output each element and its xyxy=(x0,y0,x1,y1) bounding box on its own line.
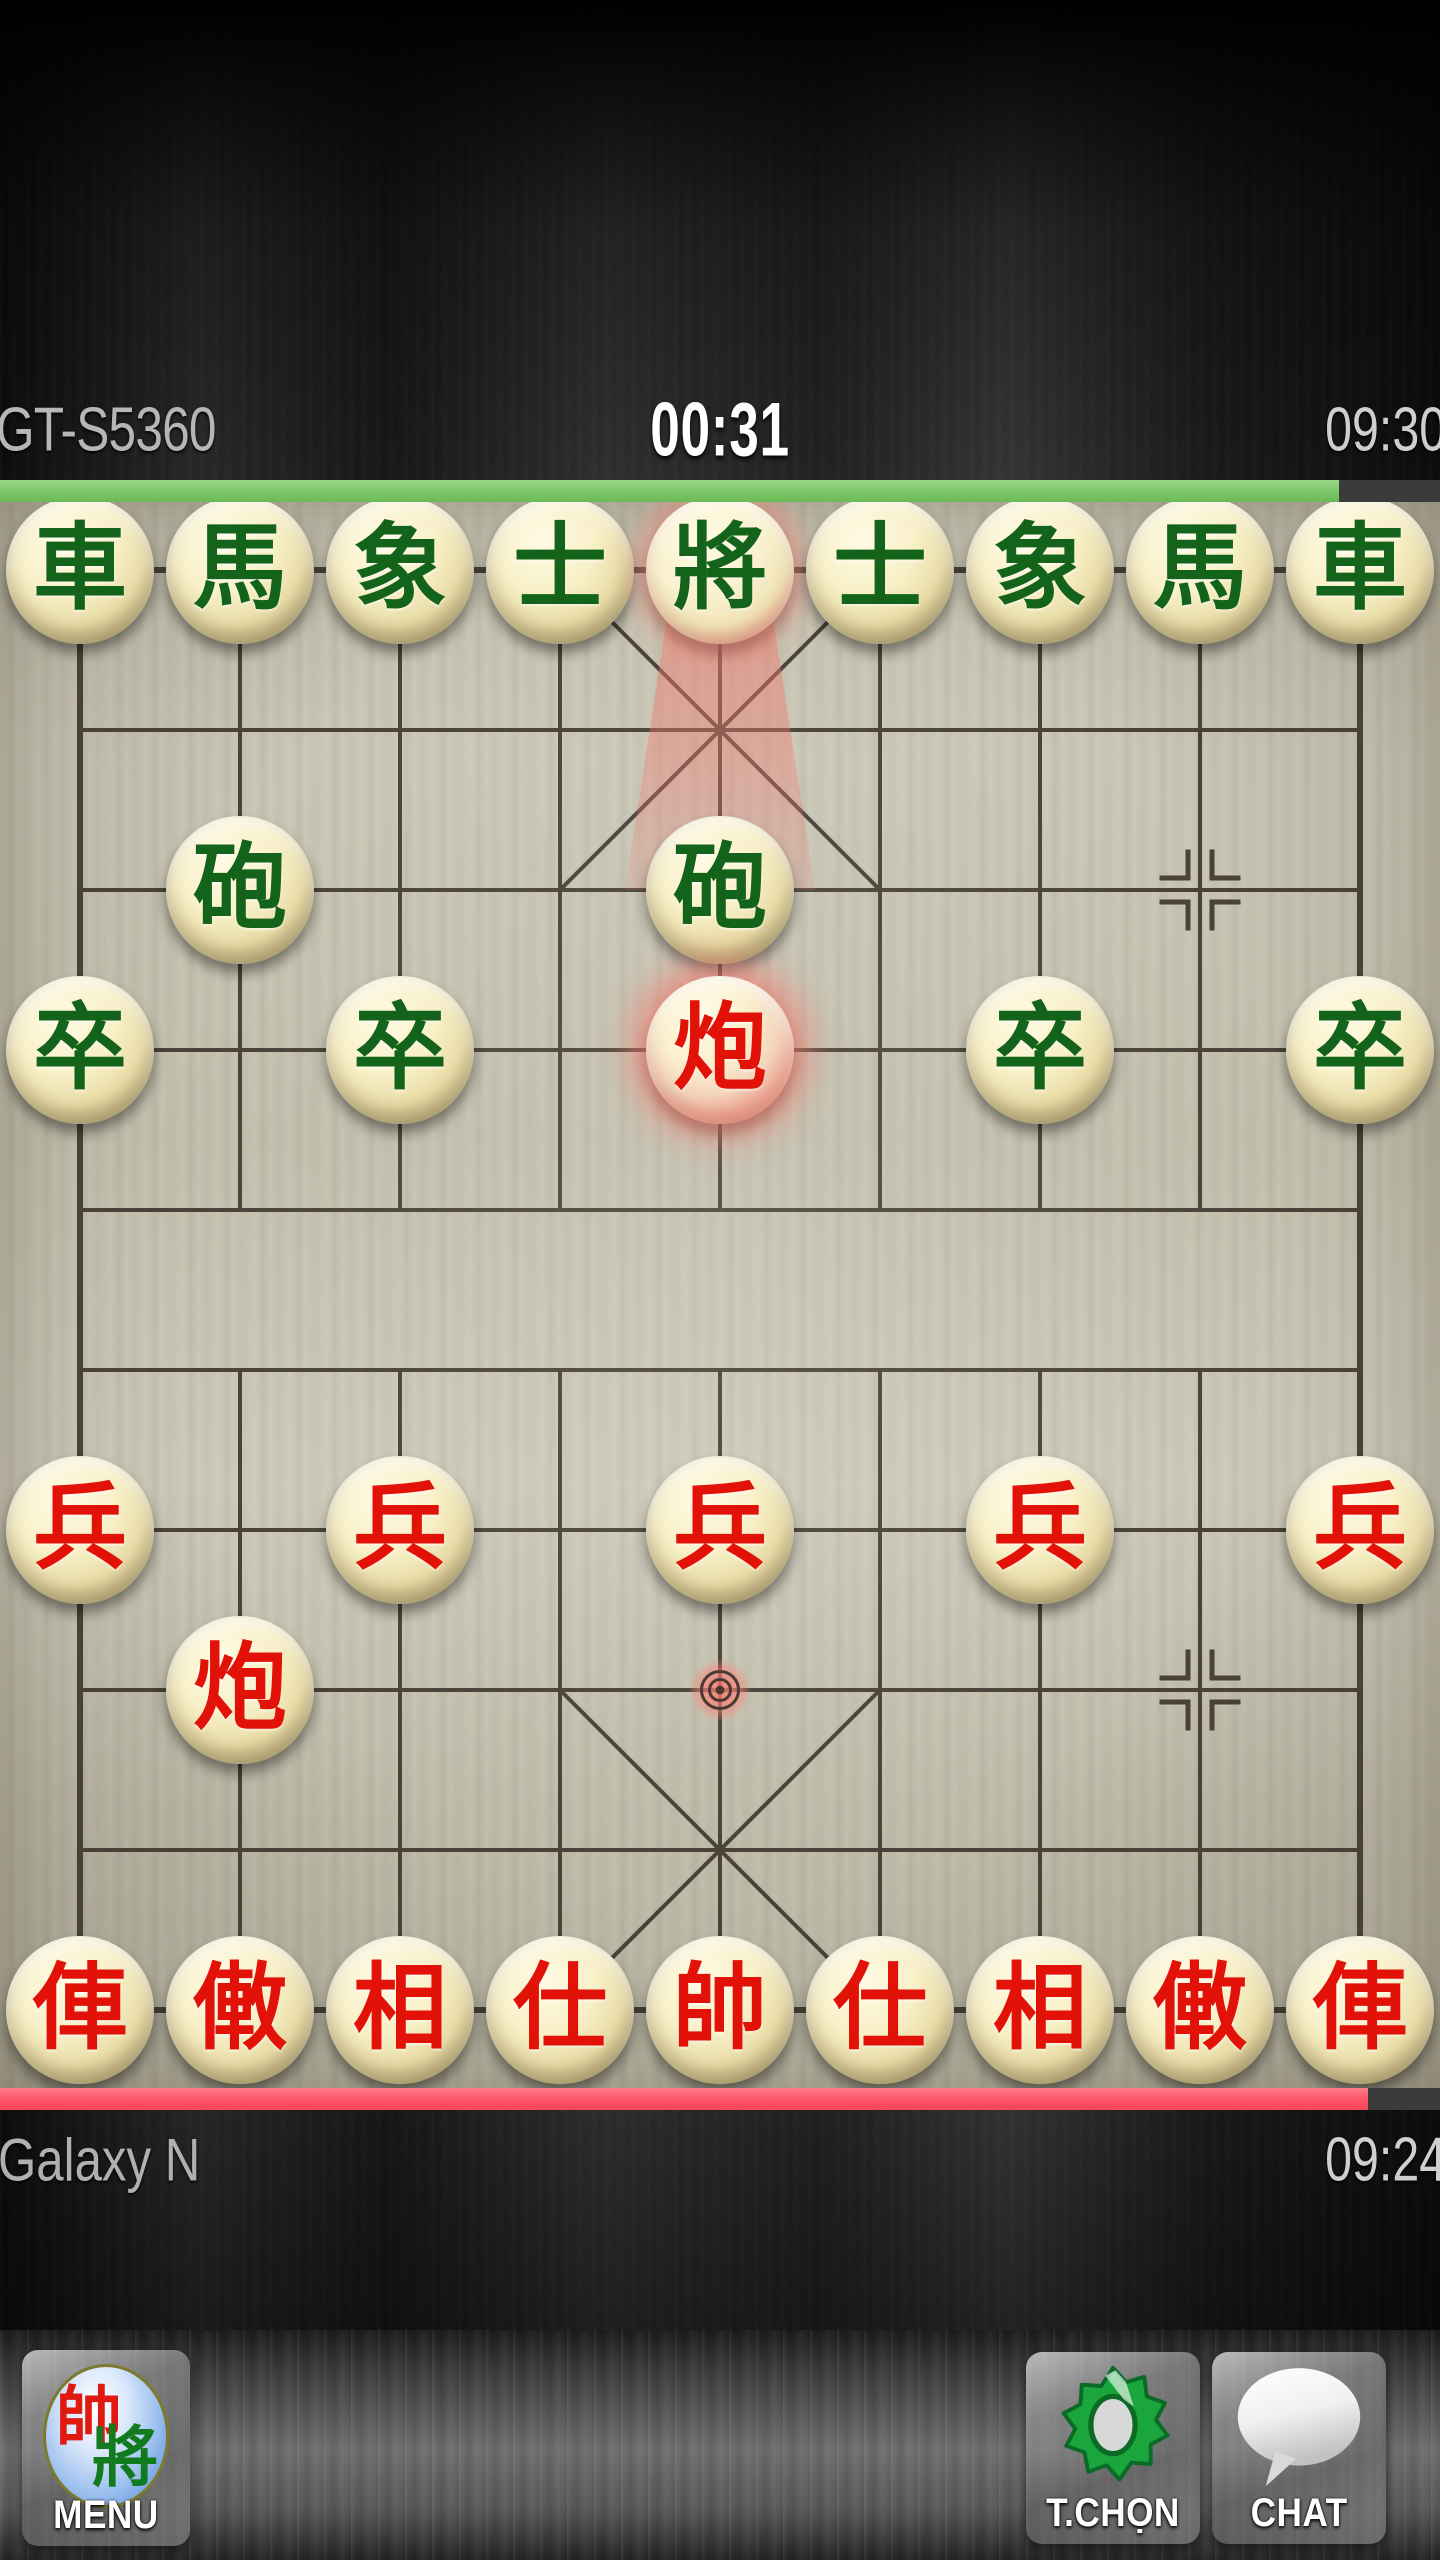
bottom-toolbar: 帥 將 MENU T.CHỌN CHAT xyxy=(0,2330,1440,2560)
piece-glyph: 兵 xyxy=(992,1474,1087,1583)
piece-red-general[interactable]: 帥 xyxy=(646,1936,794,2084)
piece-black-general[interactable]: 將 xyxy=(646,502,794,644)
piece-glyph: 士 xyxy=(512,514,607,623)
piece-red-soldier[interactable]: 兵 xyxy=(646,1456,794,1604)
piece-black-soldier[interactable]: 卒 xyxy=(966,976,1114,1124)
piece-glyph: 俥 xyxy=(32,1954,127,2063)
menu-button-label: MENU xyxy=(53,2493,159,2537)
piece-glyph: 士 xyxy=(832,514,927,623)
top-player-time-bar xyxy=(0,480,1440,502)
piece-glyph: 僌 xyxy=(1152,1954,1247,2063)
piece-red-cannon[interactable]: 炮 xyxy=(166,1616,314,1764)
bottom-player-time-bar-fill xyxy=(0,2088,1368,2110)
piece-red-elephant[interactable]: 相 xyxy=(966,1936,1114,2084)
xiangqi-board[interactable]: 車馬象士將士象馬車砲砲卒卒炮卒卒兵兵兵兵兵炮俥僌相仕帥仕相僌俥 xyxy=(0,502,1440,2088)
gear-icon xyxy=(1061,2365,1170,2482)
piece-glyph: 相 xyxy=(992,1954,1087,2063)
chat-button[interactable]: CHAT xyxy=(1212,2352,1386,2544)
speech-bubble-icon xyxy=(1237,2368,1361,2487)
top-player-name: GT-S5360 xyxy=(0,395,216,465)
piece-glyph: 將 xyxy=(672,514,767,623)
piece-red-soldier[interactable]: 兵 xyxy=(1286,1456,1434,1604)
piece-red-chariot[interactable]: 俥 xyxy=(1286,1936,1434,2084)
piece-red-chariot[interactable]: 俥 xyxy=(6,1936,154,2084)
piece-glyph: 卒 xyxy=(1312,994,1407,1103)
piece-glyph: 馬 xyxy=(192,514,287,623)
piece-glyph: 帥 xyxy=(672,1954,767,2063)
piece-black-soldier[interactable]: 卒 xyxy=(326,976,474,1124)
piece-black-cannon[interactable]: 砲 xyxy=(166,816,314,964)
piece-black-advisor[interactable]: 士 xyxy=(806,502,954,644)
chat-button-label: CHAT xyxy=(1250,2491,1348,2535)
piece-black-advisor[interactable]: 士 xyxy=(486,502,634,644)
piece-red-advisor[interactable]: 仕 xyxy=(486,1936,634,2084)
piece-black-soldier[interactable]: 卒 xyxy=(1286,976,1434,1124)
piece-glyph: 兵 xyxy=(352,1474,447,1583)
bottom-player-clock: 09:24 xyxy=(1324,2125,1440,2195)
emblem-green-glyph: 將 xyxy=(92,2419,158,2496)
piece-black-horse[interactable]: 馬 xyxy=(166,502,314,644)
piece-glyph: 相 xyxy=(352,1954,447,2063)
piece-black-chariot[interactable]: 車 xyxy=(6,502,154,644)
piece-glyph: 車 xyxy=(32,514,127,623)
piece-red-horse[interactable]: 僌 xyxy=(166,1936,314,2084)
piece-glyph: 卒 xyxy=(992,994,1087,1103)
piece-black-chariot[interactable]: 車 xyxy=(1286,502,1434,644)
bottom-player-name: Galaxy N xyxy=(0,2126,201,2194)
board-grid-lines xyxy=(77,567,1363,2013)
piece-red-soldier[interactable]: 兵 xyxy=(326,1456,474,1604)
top-player-time-bar-fill xyxy=(0,480,1340,502)
piece-glyph: 炮 xyxy=(192,1634,287,1743)
piece-red-cannon[interactable]: 炮 xyxy=(646,976,794,1124)
piece-red-soldier[interactable]: 兵 xyxy=(6,1456,154,1604)
piece-red-soldier[interactable]: 兵 xyxy=(966,1456,1114,1604)
piece-glyph: 砲 xyxy=(192,834,287,943)
options-button-label: T.CHỌN xyxy=(1046,2491,1180,2535)
top-player-status: GT-S5360 00:31 09:30 xyxy=(0,380,1440,480)
piece-glyph: 卒 xyxy=(352,994,447,1103)
menu-button[interactable]: 帥 將 MENU xyxy=(22,2350,190,2546)
bottom-player-time-bar xyxy=(0,2088,1440,2110)
piece-glyph: 俥 xyxy=(1312,1954,1407,2063)
piece-glyph: 兵 xyxy=(32,1474,127,1583)
piece-glyph: 仕 xyxy=(832,1954,927,2063)
piece-black-cannon[interactable]: 砲 xyxy=(646,816,794,964)
piece-red-elephant[interactable]: 相 xyxy=(326,1936,474,2084)
options-button[interactable]: T.CHỌN xyxy=(1026,2352,1200,2544)
piece-black-elephant[interactable]: 象 xyxy=(966,502,1114,644)
piece-glyph: 兵 xyxy=(1312,1474,1407,1583)
piece-glyph: 兵 xyxy=(672,1474,767,1583)
piece-black-soldier[interactable]: 卒 xyxy=(6,976,154,1124)
piece-glyph: 卒 xyxy=(32,994,127,1103)
app-emblem-icon: 帥 將 xyxy=(43,2364,169,2508)
top-player-clock: 09:30 xyxy=(1324,395,1440,465)
piece-glyph: 仕 xyxy=(512,1954,607,2063)
piece-glyph: 馬 xyxy=(1152,514,1247,623)
piece-black-horse[interactable]: 馬 xyxy=(1126,502,1274,644)
piece-red-advisor[interactable]: 仕 xyxy=(806,1936,954,2084)
piece-glyph: 僌 xyxy=(192,1954,287,2063)
piece-glyph: 象 xyxy=(352,514,447,623)
piece-red-horse[interactable]: 僌 xyxy=(1126,1936,1274,2084)
piece-glyph: 炮 xyxy=(672,994,767,1103)
piece-black-elephant[interactable]: 象 xyxy=(326,502,474,644)
piece-glyph: 象 xyxy=(992,514,1087,623)
piece-glyph: 砲 xyxy=(672,834,767,943)
move-timer: 00:31 xyxy=(650,387,790,473)
piece-glyph: 車 xyxy=(1312,514,1407,623)
bottom-player-status: Galaxy N 09:24 xyxy=(0,2110,1440,2210)
